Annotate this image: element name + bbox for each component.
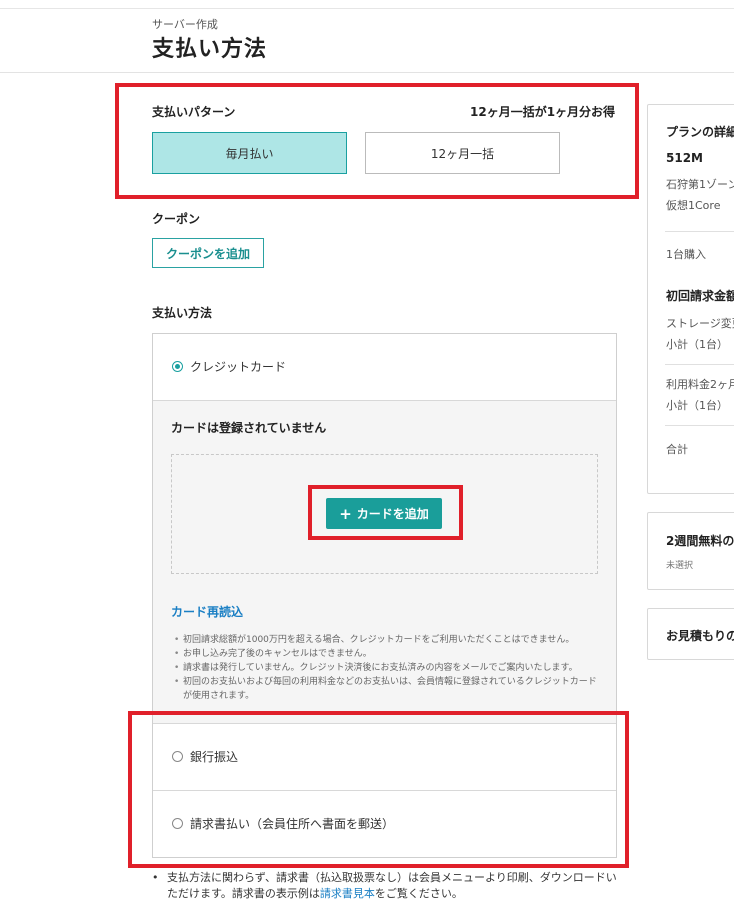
no-card-message: カードは登録されていません [171,421,327,435]
sidebar-divider [665,364,734,365]
page-title: 支払い方法 [152,37,268,62]
estimate-title: お見積もりの [666,629,734,643]
plan-name: 512M [666,151,703,165]
credit-card-radio[interactable] [172,361,183,372]
payment-pattern-label: 支払いパターン [152,105,236,119]
add-card-label: カードを追加 [356,507,429,521]
note-item: 初回請求総額が1000万円を超える場合、クレジットカードをご利用いただくことはで… [172,633,602,647]
add-card-button[interactable]: + カードを追加 [326,498,442,529]
coupon-label: クーポン [152,212,201,226]
pattern-monthly-button[interactable]: 毎月払い [152,132,347,174]
total-label: 合計 [666,443,688,456]
highlight-box-other-methods [128,711,629,868]
invoice-note: • 支払方法に関わらず、請求書（払込取扱票なし）は会員メニューより印刷、ダウンロ… [152,871,617,900]
payment-method-label: 支払い方法 [152,306,213,320]
invoice-note-text-end: をご覧ください。 [374,887,463,900]
pattern-annual-button[interactable]: 12ヶ月一括 [365,132,560,174]
add-coupon-button[interactable]: クーポンを追加 [152,238,264,268]
card-reload-link[interactable]: カード再読込 [171,603,243,620]
sidebar-divider [665,231,734,232]
usage-fee: 利用料金2ヶ月 [666,378,734,391]
free-trial-card[interactable] [647,512,734,590]
note-item: お申し込み完了後のキャンセルはできません。 [172,647,602,661]
note-item: 初回のお支払いおよび毎回の利用料金などのお支払いは、会員情報に登録されているクレ… [172,675,602,703]
credit-card-label[interactable]: クレジットカード [190,358,286,375]
plan-details-title: プランの詳細 [666,125,734,139]
plan-zone: 石狩第1ゾーン [666,178,734,191]
free-trial-title: 2週間無料の [666,534,734,548]
subtotal-1: 小計（1台） [666,338,728,351]
plan-cpu: 仮想1Core [666,199,721,212]
breadcrumb: サーバー作成 [152,18,218,31]
plus-icon: + [339,504,352,523]
credit-card-notes: 初回請求総額が1000万円を超える場合、クレジットカードをご利用いただくことはで… [172,633,602,703]
plan-quantity: 1台購入 [666,248,706,261]
note-item: 請求書は発行していません。クレジット決済後にお支払済みの内容をメールでご案内いた… [172,661,602,675]
top-divider [0,8,734,9]
free-trial-status: 未選択 [666,561,694,571]
invoice-sample-link[interactable]: 請求書見本 [320,887,375,900]
subtotal-2: 小計（1台） [666,399,728,412]
sidebar-divider [665,425,734,426]
initial-billing-title: 初回請求金額 [666,289,734,303]
payment-pattern-promo: 12ヶ月一括が1ヶ月分お得 [470,105,616,119]
storage-change: ストレージ変更 [666,317,734,330]
header-divider [0,72,734,73]
